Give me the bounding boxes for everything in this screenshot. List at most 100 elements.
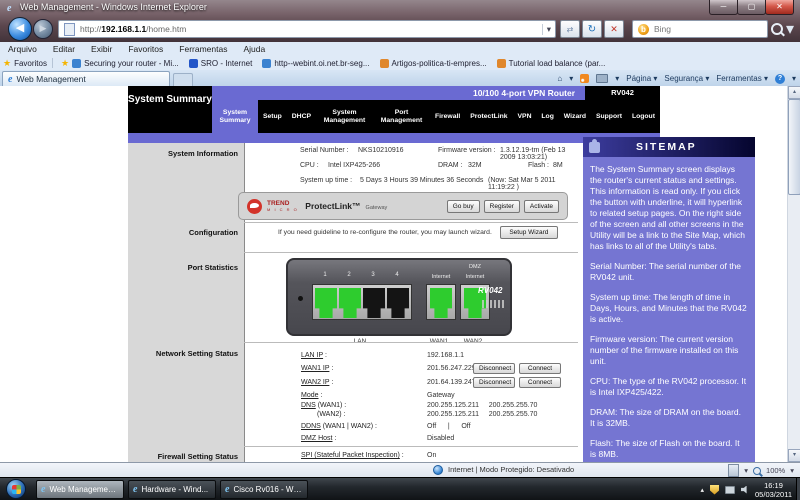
minimize-button[interactable]: ─ [709, 0, 738, 15]
help-paragraph: The System Summary screen displays the r… [590, 164, 745, 251]
tray-expand-icon[interactable]: ▴ [701, 486, 705, 494]
zoom-level[interactable]: 100% [766, 466, 785, 475]
wan1-ip-link[interactable]: WAN1 IP [301, 365, 329, 372]
menu-ferramentas[interactable]: Ferramentas [171, 44, 235, 54]
lan-port-1-icon [315, 288, 337, 318]
new-tab-button[interactable] [173, 73, 193, 86]
search-controls[interactable]: ▾ [771, 20, 797, 38]
dmz-host-link[interactable]: DMZ Host [301, 435, 333, 442]
page-scrollbar[interactable]: ▴ ▾ [787, 86, 800, 462]
taskbar-window-label: Web Managemen... [49, 485, 119, 494]
favorite-link[interactable]: Artigos-politica-ti-empres... [379, 58, 487, 68]
scrollbar-thumb[interactable] [788, 99, 800, 195]
favorite-link[interactable]: SRO - Internet [188, 58, 252, 68]
forward-button[interactable]: ▶ [33, 19, 53, 39]
tab-vpn[interactable]: VPN [513, 100, 537, 133]
favorite-site-icon [72, 58, 82, 68]
protected-dropdown-icon[interactable]: ▾ [744, 466, 748, 475]
protected-mode-icon[interactable] [728, 464, 740, 477]
spi-link[interactable]: SPI (Stateful Packet Inspection) [301, 452, 400, 459]
tools-menu[interactable]: Ferramentas ▾ [716, 74, 768, 83]
maximize-button[interactable]: ▢ [737, 0, 766, 15]
help-paragraph: System up time: The length of time in Da… [590, 292, 747, 324]
wan2-connect-button[interactable]: Connect [519, 377, 561, 388]
home-dropdown-icon[interactable]: ▾ [569, 74, 573, 83]
favorite-site-icon [262, 58, 272, 68]
stop-button[interactable]: ✕ [604, 20, 624, 38]
action-center-shield-icon[interactable] [710, 484, 720, 495]
tab-logout[interactable]: Logout [627, 100, 660, 133]
favorites-star-icon[interactable]: ★ [3, 58, 11, 69]
page-menu[interactable]: Página ▾ [626, 74, 657, 83]
feed-icon[interactable] [580, 74, 590, 83]
help-paragraph: Flash: The size of Flash on the board. I… [590, 438, 740, 459]
tab-support[interactable]: Support [591, 100, 627, 133]
taskbar-window-hardware[interactable]: e Hardware - Wind... [128, 480, 216, 499]
home-icon[interactable]: ⌂ [557, 74, 562, 83]
configuration-row: If you need guideline to re-configure th… [278, 226, 558, 239]
search-dropdown-icon[interactable]: ▾ [786, 19, 794, 39]
tray-clock[interactable]: 16:19 05/03/2011 [755, 481, 798, 499]
wan2-disconnect-button[interactable]: Disconnect [473, 377, 515, 388]
menu-editar[interactable]: Editar [45, 44, 83, 54]
mode-link[interactable]: Mode [301, 392, 319, 399]
close-button[interactable]: ✕ [765, 0, 794, 15]
refresh-button[interactable]: ↻ [582, 20, 602, 38]
dram-value: 32M [468, 162, 482, 169]
tab-firewall[interactable]: Firewall [430, 100, 465, 133]
print-icon[interactable] [596, 74, 609, 83]
taskbar-window-web-management[interactable]: e Web Managemen... [36, 480, 124, 499]
go-buy-button[interactable]: Go buy [446, 199, 480, 213]
compatibility-view-icon[interactable]: ⇄ [560, 20, 580, 38]
start-button[interactable] [6, 479, 26, 499]
security-menu[interactable]: Segurança ▾ [664, 74, 709, 83]
menu-exibir[interactable]: Exibir [83, 44, 120, 54]
sitemap-title[interactable]: SITEMAP [636, 141, 697, 153]
zoom-icon[interactable] [753, 466, 762, 475]
volume-icon[interactable] [741, 485, 747, 494]
back-button[interactable]: ◀ [8, 17, 32, 41]
tab-setup[interactable]: Setup [258, 100, 287, 133]
tab-port-management[interactable]: Port Management [373, 100, 430, 133]
register-button[interactable]: Register [483, 199, 520, 213]
wan1-connect-button[interactable]: Connect [519, 363, 561, 374]
search-icon[interactable] [771, 23, 783, 35]
wan2-ip-link[interactable]: WAN2 IP [301, 379, 329, 386]
help-icon[interactable]: ? [774, 73, 785, 84]
show-desktop-button[interactable] [796, 478, 800, 500]
help-dropdown-icon[interactable]: ▾ [792, 74, 796, 83]
tab-dhcp[interactable]: DHCP [287, 100, 316, 133]
tab-system-management[interactable]: System Management [316, 100, 373, 133]
tab-wizard[interactable]: Wizard [559, 100, 591, 133]
menu-ajuda[interactable]: Ajuda [235, 44, 273, 54]
favorite-link[interactable]: http--webint.oi.net.br-seg... [262, 58, 370, 68]
search-box[interactable]: b Bing [632, 20, 768, 38]
tab-system-summary[interactable]: System Summary [212, 100, 258, 133]
favorite-link[interactable]: Tutorial load balance (par... [496, 58, 605, 68]
favorites-label[interactable]: Favoritos [14, 59, 47, 68]
network-icon[interactable] [725, 485, 736, 494]
tab-web-management[interactable]: e Web Management [2, 71, 170, 86]
menu-arquivo[interactable]: Arquivo [0, 44, 45, 54]
sitemap-header[interactable]: SITEMAP [583, 137, 755, 157]
spi-value: On [427, 452, 437, 459]
lan-ip-link[interactable]: LAN IP [301, 352, 323, 359]
address-dropdown-icon[interactable]: ▾ [541, 23, 555, 35]
scroll-up-icon[interactable]: ▴ [788, 86, 800, 99]
divider [244, 222, 578, 223]
scroll-down-icon[interactable]: ▾ [788, 449, 800, 462]
activate-button[interactable]: Activate [523, 199, 559, 213]
address-bar[interactable]: http://192.168.1.1/home.htm ▾ [58, 20, 556, 38]
tab-protectlink[interactable]: ProtectLink [465, 100, 512, 133]
tab-log[interactable]: Log [536, 100, 558, 133]
menu-favoritos[interactable]: Favoritos [120, 44, 171, 54]
ddns-link[interactable]: DDNS [301, 423, 321, 430]
wan1-disconnect-button[interactable]: Disconnect [473, 363, 515, 374]
dns-link[interactable]: DNS [301, 402, 316, 409]
favorite-link[interactable]: Securing your router - Mi... [72, 58, 179, 68]
print-dropdown-icon[interactable]: ▾ [615, 74, 619, 83]
taskbar-window-cisco-rv016[interactable]: e Cisco Rv016 - Win... [220, 480, 308, 499]
add-favorite-icon[interactable]: ★ [61, 58, 69, 69]
zoom-dropdown-icon[interactable]: ▾ [790, 466, 794, 475]
setup-wizard-button[interactable]: Setup Wizard [499, 226, 558, 239]
